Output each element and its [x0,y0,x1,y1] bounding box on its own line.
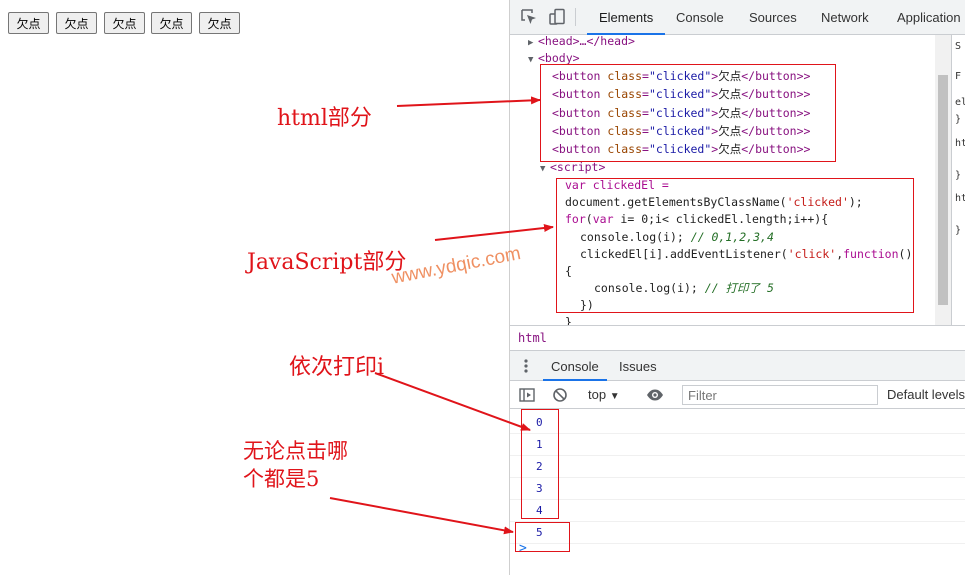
console-message: 5 [510,522,965,544]
output-0-4-highlight-box [521,409,559,519]
js-highlight-box [556,178,914,313]
styles-pane: S F el } ht } ht } [951,35,965,325]
drawer-tab-console[interactable]: Console [543,351,607,381]
tab-elements[interactable]: Elements [586,0,666,35]
dom-node-head[interactable]: ▶ <head>…</head> [528,35,635,50]
console-message: 3 [510,478,965,500]
device-toolbar-icon[interactable] [548,8,566,26]
context-selector[interactable]: top ▼ [588,387,620,402]
breadcrumb: html [510,325,965,351]
devtools-tabbar: Elements Console Sources Network Applica… [510,0,965,35]
console-message: 1 [510,434,965,456]
styles-fragment: el [955,97,965,108]
styles-fragment: S [955,41,962,52]
drawer-tab-issues[interactable]: Issues [619,351,657,381]
console-toolbar: top ▼ Default levels [510,381,965,409]
collapse-triangle-icon[interactable]: ▼ [540,161,550,178]
script-line: } [565,315,572,325]
console-output: 0 1 2 3 4 5 > [510,409,965,575]
toolbar-separator [575,8,576,26]
styles-fragment[interactable]: F [955,71,961,82]
html-highlight-box [540,64,836,162]
styles-fragment: } [955,170,962,181]
tab-network[interactable]: Network [821,0,869,35]
elements-scrollbar-thumb[interactable] [938,75,948,305]
console-filter-input[interactable] [682,385,878,405]
page-button-3[interactable]: 欠点 [104,12,145,34]
page-button-2[interactable]: 欠点 [56,12,97,34]
breadcrumb-item-html[interactable]: html [518,331,547,345]
collapse-triangle-icon[interactable]: ▼ [528,52,538,69]
annotation-js-part: JavaScript部分 [247,250,407,275]
styles-fragment: } [955,114,962,125]
tab-console[interactable]: Console [676,0,724,35]
console-message: 2 [510,456,965,478]
console-message: 4 [510,500,965,522]
log-levels-selector[interactable]: Default levels [887,387,965,402]
sidebar-toggle-icon[interactable] [519,387,535,407]
styles-fragment: } [955,225,962,236]
drawer-tabbar: Console Issues [510,351,965,381]
output-5-highlight-box [515,522,570,552]
tab-application[interactable]: Application [897,0,961,35]
inspect-element-icon[interactable] [520,8,538,26]
dropdown-arrow-icon: ▼ [609,391,620,402]
annotation-always-5-line2: 个都是5 [243,467,320,491]
page-button-5[interactable]: 欠点 [199,12,240,34]
annotation-html-part: html部分 [277,106,372,131]
annotation-always-5-line1: 无论点击哪 [243,439,348,463]
page-button-1[interactable]: 欠点 [8,12,49,34]
console-message: 0 [510,412,965,434]
tab-sources[interactable]: Sources [749,0,797,35]
live-expression-eye-icon[interactable] [646,387,664,407]
clear-console-icon[interactable] [552,387,568,407]
styles-fragment: ht [955,138,965,149]
styles-fragment: ht [955,193,965,204]
annotation-print-i: 依次打印i [289,355,385,380]
drawer-menu-icon[interactable] [524,357,528,375]
page-button-4[interactable]: 欠点 [151,12,192,34]
context-label: top [588,387,607,402]
